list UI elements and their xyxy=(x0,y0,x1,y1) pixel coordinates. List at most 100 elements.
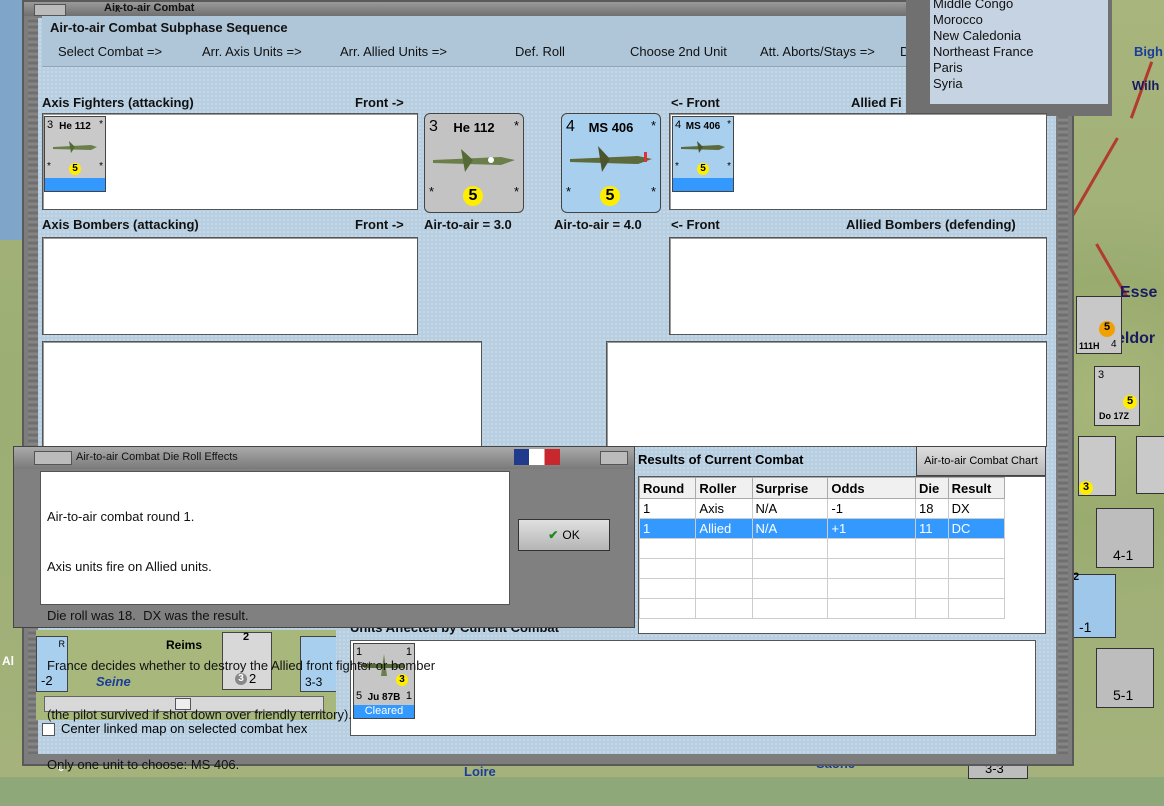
unit-stack-do17[interactable]: 3 Do 17Z 5 xyxy=(1094,366,1140,426)
seq-step-arr-allied[interactable]: Arr. Allied Units => xyxy=(340,44,447,59)
country-list-window: Middle Congo Morocco New Caledonia North… xyxy=(906,0,1112,116)
table-row-selected[interactable]: 1 Allied N/A +1 11 DC xyxy=(638,518,1006,539)
country-item[interactable]: Paris xyxy=(930,60,1108,76)
col-result[interactable]: Result xyxy=(947,477,1006,499)
ok-label: OK xyxy=(562,528,580,542)
counter-name: MS 406 xyxy=(588,120,634,135)
table-row-empty xyxy=(638,598,1006,619)
ms406-counter-front[interactable]: 4 MS 406 * * * 5 xyxy=(561,113,661,213)
unit-top: 3 xyxy=(1098,369,1105,381)
sequence-title: Air-to-air Combat Subphase Sequence xyxy=(50,20,288,35)
col-odds[interactable]: Odds xyxy=(827,477,917,499)
cell-die: 11 xyxy=(915,518,949,539)
star-icon: * xyxy=(650,118,656,133)
results-table[interactable]: Round Roller Surprise Odds Die Result 1 … xyxy=(638,476,1046,634)
plane-icon xyxy=(570,146,652,172)
country-item[interactable]: Northeast France xyxy=(930,44,1108,60)
ok-button[interactable]: ✔ OK xyxy=(518,519,610,551)
country-list[interactable]: Middle Congo Morocco New Caledonia North… xyxy=(930,0,1108,104)
cell-result: DC xyxy=(947,518,1006,539)
results-title: Results of Current Combat xyxy=(638,452,804,467)
results-header-row: Round Roller Surprise Odds Die Result xyxy=(638,477,1006,499)
axis-reserve-box[interactable] xyxy=(42,341,482,447)
seq-step-att-aborts[interactable]: Att. Aborts/Stays => xyxy=(760,44,875,59)
seq-step-arr-axis[interactable]: Arr. Axis Units => xyxy=(202,44,302,59)
unit-stack-111h[interactable]: 5 4 111H xyxy=(1076,296,1122,354)
france-flag-icon xyxy=(514,449,560,465)
country-item[interactable]: New Caledonia xyxy=(930,28,1108,44)
axis-fighters-label: Axis Fighters (attacking) xyxy=(42,95,194,110)
plane-icon xyxy=(433,149,515,172)
unit-strength: 4-1 xyxy=(1113,547,1134,563)
seq-step-select-combat[interactable]: Select Combat => xyxy=(58,44,162,59)
dialog-line: Air-to-air combat round 1. xyxy=(47,509,195,524)
star-icon: * xyxy=(650,184,656,199)
col-die[interactable]: Die xyxy=(915,477,949,499)
counter-name: He 112 xyxy=(59,121,91,132)
map-label-wilh: Wilh xyxy=(1132,78,1160,93)
unit-stack-corps-4-1[interactable]: 4-1 xyxy=(1096,508,1154,568)
counter-value: 5 xyxy=(463,186,483,206)
dialog-title: Air-to-air Combat Die Roll Effects xyxy=(76,451,238,463)
dialog-close-button[interactable] xyxy=(600,451,628,465)
cell-odds: +1 xyxy=(827,518,917,539)
star-icon: * xyxy=(429,184,435,199)
axis-air-to-air-value: Air-to-air = 3.0 xyxy=(424,217,512,232)
he112-counter-front[interactable]: 3 He 112 * * * 5 xyxy=(424,113,524,213)
allied-bombers-label: Allied Bombers (defending) xyxy=(846,217,1016,232)
col-roller[interactable]: Roller xyxy=(695,477,753,499)
seq-step-def-roll[interactable]: Def. Roll xyxy=(515,44,565,59)
cell-surprise: N/A xyxy=(751,498,829,519)
selection-bar xyxy=(673,178,733,191)
plane-icon xyxy=(681,141,725,153)
counter-name: He 112 xyxy=(453,120,495,135)
axis-bombers-box[interactable] xyxy=(42,237,418,335)
star-icon: * xyxy=(99,161,103,172)
col-round[interactable]: Round xyxy=(638,477,697,499)
seq-step-choose-2nd[interactable]: Choose 2nd Unit xyxy=(630,44,727,59)
selection-bar xyxy=(45,178,105,191)
unit-stack-corps-5-1[interactable]: 5-1 xyxy=(1096,648,1154,708)
cell-round: 1 xyxy=(638,498,697,519)
axis-bombers-label: Axis Bombers (attacking) xyxy=(42,217,199,232)
allied-reserve-box[interactable] xyxy=(606,341,1047,447)
table-row-empty xyxy=(638,558,1006,579)
star-icon: * xyxy=(513,184,519,199)
dialog-line: Axis units fire on Allied units. xyxy=(47,558,212,574)
cell-odds: -1 xyxy=(827,498,917,519)
dialog-line: France decides whether to destroy the Al… xyxy=(47,657,436,673)
dialog-message: Air-to-air combat round 1. Axis units fi… xyxy=(40,471,510,772)
cell-result: DX xyxy=(947,498,1006,519)
counter-value: 5 xyxy=(69,163,81,175)
star-icon: * xyxy=(513,118,519,133)
ms406-counter-small[interactable]: 4 MS 406 * * * 5 xyxy=(672,116,734,192)
dialog-minimize-button[interactable] xyxy=(34,451,72,465)
map-label-esse: Esse xyxy=(1120,284,1158,301)
table-row[interactable]: 1 Axis N/A -1 18 DX xyxy=(638,498,1006,519)
cell-roller: Allied xyxy=(695,518,753,539)
cell-roller: Axis xyxy=(695,498,753,519)
unit-stack-allied[interactable]: 2 -1 xyxy=(1070,571,1116,638)
country-item[interactable]: Morocco xyxy=(930,12,1108,28)
counter-value: 5 xyxy=(697,163,709,175)
table-row-empty xyxy=(638,578,1006,599)
dialog-title-bar[interactable]: Air-to-air Combat Die Roll Effects xyxy=(14,447,634,469)
allied-fighters-label: Allied Fi xyxy=(851,95,902,110)
unit-value: 5 xyxy=(1123,395,1137,409)
allied-bombers-box[interactable] xyxy=(669,237,1047,335)
dialog-line: Only one unit to choose: MS 406. xyxy=(47,756,240,772)
air-combat-chart-button[interactable]: Air-to-air Combat Chart xyxy=(916,446,1046,476)
counter-value: 5 xyxy=(600,186,620,206)
country-item[interactable]: Syria xyxy=(930,76,1108,92)
allied-front-label: <- Front xyxy=(671,95,720,110)
window-close-button[interactable]: X xyxy=(34,4,120,16)
star-icon: * xyxy=(727,119,731,130)
col-surprise[interactable]: Surprise xyxy=(751,477,829,499)
unit-stack-partial[interactable] xyxy=(1136,436,1164,494)
unit-stack-fighter[interactable]: 3 xyxy=(1078,436,1116,496)
star-icon: * xyxy=(566,184,572,199)
country-item[interactable]: Middle Congo xyxy=(930,0,1108,12)
cell-surprise: N/A xyxy=(751,518,829,539)
unit-strength: -1 xyxy=(1079,619,1092,635)
he112-counter-small[interactable]: 3 He 112 * * * 5 xyxy=(44,116,106,192)
